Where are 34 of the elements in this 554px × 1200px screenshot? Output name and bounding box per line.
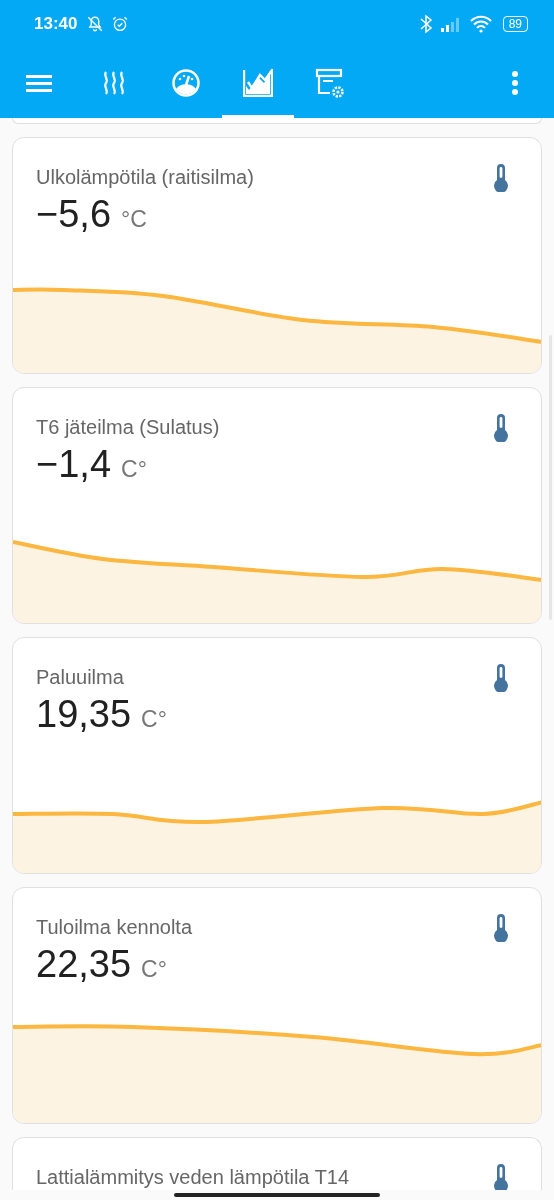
card-title: T6 jäteilma (Sulatus) [36,415,220,440]
area-chart-icon [243,69,273,97]
wifi-icon [468,15,493,33]
signal-icon [439,16,462,32]
sensor-card[interactable]: T6 jäteilma (Sulatus) −1,4 C° [12,387,542,624]
sensor-value: −5,6 [36,194,112,234]
sensor-card[interactable]: Ulkolämpötila (raitisilma) −5,6 °C [12,137,542,374]
bluetooth-icon [418,14,433,34]
thermometer-icon [492,164,510,192]
unit-label: C° [121,456,147,483]
thermometer-icon [492,414,510,442]
battery-indicator: 89 [502,16,528,32]
sensor-value: −1,4 [36,444,112,484]
card-title: Tuloilma kennolta [36,915,192,940]
sensor-card[interactable]: Lattialämmitys veden lämpötila T14 [12,1137,542,1190]
clock-time: 13:40 [34,14,78,34]
more-icon [511,70,519,96]
thermometer-icon [492,664,510,692]
bell-off-icon [86,15,105,33]
unit-label: C° [141,956,167,983]
card-title: Lattialämmitys veden lämpötila T14 [36,1165,350,1190]
alarm-clock-icon [111,15,130,33]
sensor-value: 19,35 [36,694,132,734]
sensor-card[interactable]: Paluuilma 19,35 C° [12,637,542,874]
sensor-value: 22,35 [36,944,132,984]
unit-label: °C [121,206,147,233]
card-title: Paluuilma [36,665,124,690]
card-title: Ulkolämpötila (raitisilma) [36,165,254,190]
menu-icon [26,73,52,93]
archive-settings-icon [315,68,345,98]
sensor-card[interactable]: Tuloilma kennolta 22,35 C° [12,887,542,1124]
gauge-icon [171,68,201,98]
thermometer-icon [492,914,510,942]
unit-label: C° [141,706,167,733]
